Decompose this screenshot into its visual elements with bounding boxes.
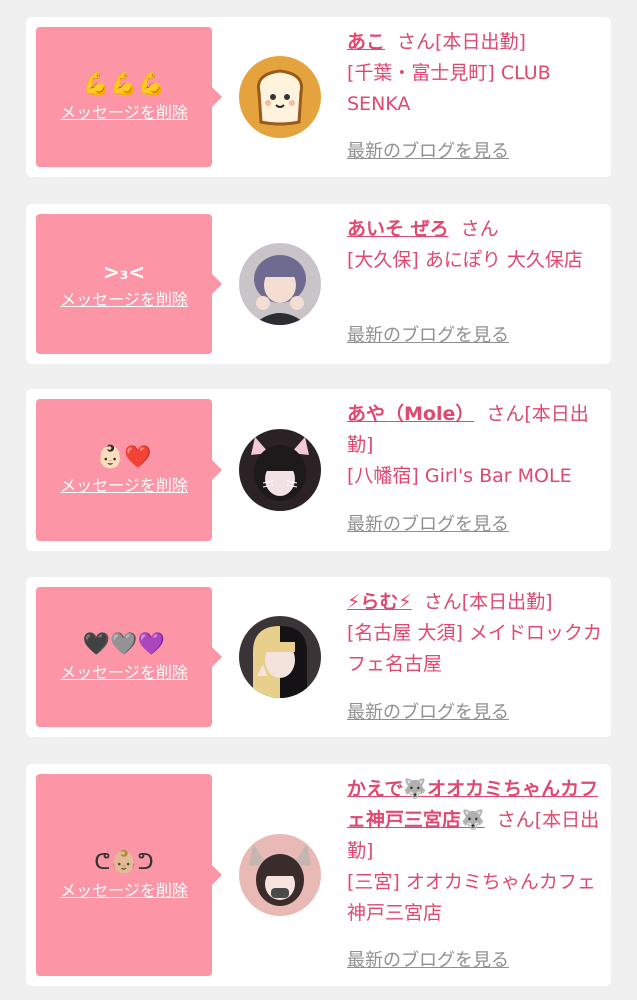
message-bubble: 🖤🩶💜 メッセージを削除 [36,587,222,727]
cast-info: あや（Mole） さん[本日出勤] [八幡宿] Girl's Bar MOLE [347,399,605,492]
attendance-badge: [本日出勤] [461,591,553,613]
honorific: さん [496,809,535,831]
avatar[interactable] [239,429,321,511]
honorific: さん [460,218,499,240]
message-bubble: >₃< メッセージを削除 [36,214,222,354]
favorite-card: ᕦ👶🏼ᕤ メッセージを削除 かえで🐺オオカミちゃんカフェ神戸三宮店🐺 さん[本日出… [26,764,611,986]
cast-info: あこ さん[本日出勤] [千葉・富士見町] CLUB SENKA [347,27,605,120]
latest-blog-link[interactable]: 最新のブログを見る [347,949,509,973]
cast-info: かえで🐺オオカミちゃんカフェ神戸三宮店🐺 さん[本日出勤] [三宮] オオカミちゃ… [347,774,605,929]
avatar[interactable] [239,616,321,698]
favorite-card: 👶🏻❤️ メッセージを削除 あや（Mole） さん[本日出勤] [八幡宿] Gir… [26,389,611,551]
avatar[interactable] [239,834,321,916]
avatar[interactable] [239,56,321,138]
avatar[interactable] [239,243,321,325]
honorific: さん [397,31,436,53]
attendance-badge: [本日出勤] [435,31,526,53]
favorite-card: 🖤🩶💜 メッセージを削除 ⚡らむ⚡ さん[本日出勤] [名古屋 大須] メイドロッ… [26,577,611,737]
delete-message-link[interactable]: メッセージを削除 [60,102,188,124]
message-bubble: 👶🏻❤️ メッセージを削除 [36,399,222,541]
message-text: 🖤🩶💜 [82,632,166,657]
cast-name-link[interactable]: あいそ ぜろ [347,218,449,240]
delete-message-link[interactable]: メッセージを削除 [60,662,188,684]
message-bubble: ᕦ👶🏼ᕤ メッセージを削除 [36,774,222,976]
shop-name: [八幡宿] Girl's Bar MOLE [347,465,572,487]
cast-info: ⚡らむ⚡ さん[本日出勤] [名古屋 大須] メイドロックカフェ名古屋 [347,587,605,680]
cast-name-link[interactable]: ⚡らむ⚡ [347,591,412,613]
cast-name-link[interactable]: あこ [347,31,385,53]
latest-blog-link[interactable]: 最新のブログを見る [347,324,509,348]
message-text: ᕦ👶🏼ᕤ [94,850,154,875]
delete-message-link[interactable]: メッセージを削除 [60,289,188,311]
delete-message-link[interactable]: メッセージを削除 [60,880,188,902]
latest-blog-link[interactable]: 最新のブログを見る [347,140,509,164]
honorific: さん [486,403,525,425]
message-text: >₃< [102,260,146,284]
favorite-card: >₃< メッセージを削除 あいそ ぜろ さん [大久保] あにぽり 大久保店 最新… [26,204,611,364]
latest-blog-link[interactable]: 最新のブログを見る [347,701,509,725]
shop-name: [三宮] オオカミちゃんカフェ神戸三宮店 [347,871,596,924]
cast-info: あいそ ぜろ さん [大久保] あにぽり 大久保店 [347,214,605,276]
shop-name: [名古屋 大須] メイドロックカフェ名古屋 [347,622,602,675]
honorific: さん [423,591,462,613]
shop-name: [千葉・富士見町] CLUB SENKA [347,62,551,115]
shop-name: [大久保] あにぽり 大久保店 [347,249,583,271]
cast-name-link[interactable]: あや（Mole） [347,403,474,425]
message-text: 💪💪💪 [82,72,166,97]
latest-blog-link[interactable]: 最新のブログを見る [347,513,509,537]
message-text: 👶🏻❤️ [96,445,152,470]
delete-message-link[interactable]: メッセージを削除 [60,475,188,497]
message-bubble: 💪💪💪 メッセージを削除 [36,27,222,167]
favorite-card: 💪💪💪 メッセージを削除 あこ さん[本日出勤] [千葉・富士見町] CLUB S… [26,17,611,177]
